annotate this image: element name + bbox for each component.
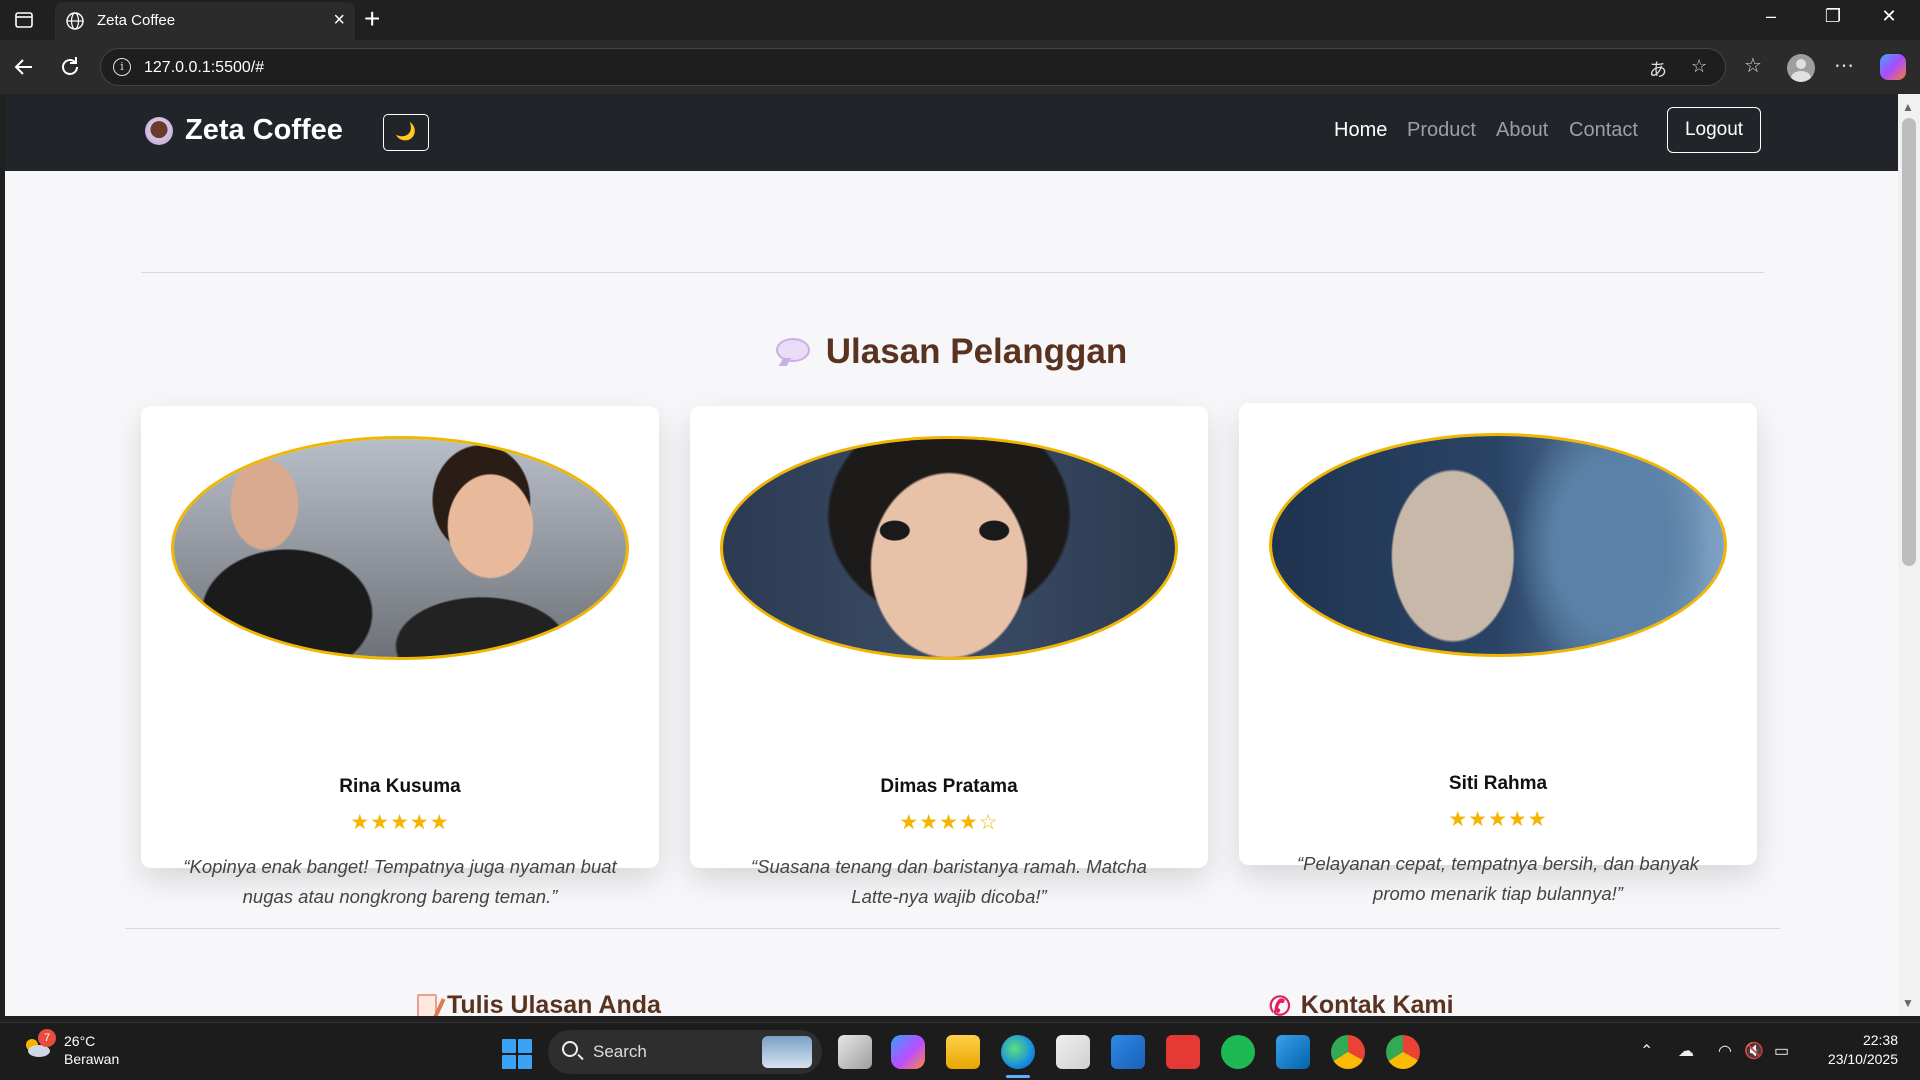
search-icon: [562, 1041, 578, 1057]
scroll-up-icon[interactable]: ▲: [1902, 100, 1914, 114]
review-card: Siti Rahma ★★★★★ “Pelayanan cepat, tempa…: [1239, 403, 1757, 904]
coffee-cup-icon: [145, 116, 173, 145]
search-label: Search: [593, 1042, 647, 1061]
vscode-icon[interactable]: [1276, 1035, 1310, 1069]
scroll-down-icon[interactable]: ▼: [1902, 996, 1914, 1010]
page-viewport: Zeta Coffee 🌙 Home Product About Contact…: [5, 94, 1898, 1016]
favorite-star-icon[interactable]: ☆: [1691, 56, 1707, 77]
favorites-icon[interactable]: ☆: [1744, 53, 1762, 78]
weather-condition: Berawan: [64, 1051, 120, 1067]
weather-alert-badge: 7: [38, 1029, 56, 1047]
copilot-app-icon[interactable]: [891, 1035, 925, 1069]
review-card: Rina Kusuma ★★★★★ “Kopinya enak banget! …: [141, 406, 659, 907]
file-explorer-icon[interactable]: [946, 1035, 980, 1069]
dark-mode-toggle[interactable]: 🌙: [383, 114, 429, 151]
show-hidden-icons[interactable]: ⌃: [1640, 1041, 1653, 1061]
memo-icon: [417, 993, 437, 1016]
address-toolbar: i 127.0.0.1:5500/# あ ☆ ☆ ⋯: [0, 40, 1920, 94]
reviewer-name: Rina Kusuma: [339, 776, 461, 797]
reviews-heading: Ulasan Pelanggan: [5, 332, 1898, 372]
active-app-indicator: [1006, 1075, 1030, 1078]
review-text: “Pelayanan cepat, tempatnya bersih, dan …: [1296, 853, 1700, 904]
nav-about[interactable]: About: [1496, 119, 1548, 142]
task-view-icon[interactable]: [838, 1035, 872, 1069]
back-icon[interactable]: [10, 53, 38, 81]
review-text: “Kopinya enak banget! Tempatnya juga nya…: [183, 856, 617, 907]
windows-taskbar: 7 26°C Berawan Search ⌃ ☁ ◠ 🔇 ▭ 22:38 23…: [0, 1022, 1920, 1080]
star-rating: ★★★★☆: [899, 811, 999, 834]
site-info-icon[interactable]: i: [113, 58, 131, 76]
star-rating: ★★★★★: [1448, 808, 1548, 831]
browser-tab[interactable]: Zeta Coffee ×: [55, 2, 355, 40]
minimize-button[interactable]: –: [1748, 6, 1794, 27]
star-rating: ★★★★★: [350, 811, 450, 834]
search-highlight-image: [762, 1036, 812, 1068]
scrollbar-thumb[interactable]: [1902, 118, 1916, 566]
wps-office-icon[interactable]: [1166, 1035, 1200, 1069]
taskbar-search[interactable]: Search: [548, 1030, 822, 1074]
clock-time: 22:38: [1862, 1032, 1898, 1048]
drawing-app-icon[interactable]: [1111, 1035, 1145, 1069]
clock-date: 23/10/2025: [1827, 1051, 1898, 1067]
tab-title: Zeta Coffee: [97, 12, 176, 29]
write-review-heading: Tulis Ulasan Anda: [417, 991, 661, 1016]
microsoft-store-icon[interactable]: [1056, 1035, 1090, 1069]
chrome-profile-2-icon[interactable]: [1386, 1035, 1420, 1069]
reviewer-photo: [171, 436, 629, 660]
divider: [141, 272, 1764, 273]
close-tab-icon[interactable]: ×: [333, 10, 345, 30]
brand-logo[interactable]: Zeta Coffee: [145, 114, 343, 147]
volume-muted-icon[interactable]: 🔇: [1744, 1041, 1764, 1061]
battery-icon[interactable]: ▭: [1774, 1041, 1789, 1061]
edge-browser-icon[interactable]: [1001, 1035, 1035, 1069]
restore-button[interactable]: ❐: [1810, 6, 1856, 27]
nav-contact[interactable]: Contact: [1569, 119, 1638, 142]
divider: [125, 928, 1780, 929]
reviewer-photo: [720, 436, 1178, 660]
onedrive-icon[interactable]: ☁: [1678, 1041, 1694, 1061]
reviewer-name: Siti Rahma: [1448, 773, 1548, 794]
wifi-icon[interactable]: ◠: [1718, 1041, 1732, 1061]
temperature: 26°C: [64, 1033, 96, 1049]
spotify-icon[interactable]: [1221, 1035, 1255, 1069]
contact-heading: ✆ Kontak Kami: [1269, 991, 1454, 1016]
nav-home[interactable]: Home: [1334, 119, 1387, 142]
start-button[interactable]: [502, 1039, 532, 1069]
browser-tab-strip: Zeta Coffee × + – ❐ ✕: [0, 0, 1920, 40]
chrome-profile-1-icon[interactable]: [1331, 1035, 1365, 1069]
address-bar[interactable]: i 127.0.0.1:5500/# あ ☆: [100, 48, 1726, 86]
reviewer-photo: [1269, 433, 1727, 657]
profile-avatar[interactable]: [1787, 54, 1815, 82]
nav-product[interactable]: Product: [1407, 119, 1476, 142]
system-clock[interactable]: 22:38 23/10/2025: [1808, 1031, 1898, 1069]
close-window-button[interactable]: ✕: [1866, 6, 1912, 27]
site-navbar: Zeta Coffee 🌙 Home Product About Contact…: [5, 94, 1898, 171]
reviewer-name: Dimas Pratama: [880, 776, 1018, 797]
new-tab-button[interactable]: +: [364, 4, 380, 34]
review-card: Dimas Pratama ★★★★☆ “Suasana tenang dan …: [690, 406, 1208, 907]
url-text: 127.0.0.1:5500/#: [144, 59, 265, 76]
tab-actions-icon[interactable]: [12, 8, 36, 32]
copilot-icon[interactable]: [1880, 54, 1906, 80]
speech-bubble-icon: [775, 337, 810, 362]
logout-button[interactable]: Logout: [1667, 107, 1761, 153]
review-text: “Suasana tenang dan baristanya ramah. Ma…: [751, 856, 1147, 907]
reload-icon[interactable]: [56, 53, 84, 81]
globe-icon: [66, 12, 84, 30]
more-menu-icon[interactable]: ⋯: [1834, 53, 1854, 78]
phone-icon: ✆: [1269, 990, 1291, 1017]
read-aloud-icon[interactable]: あ: [1649, 56, 1667, 82]
brand-name: Zeta Coffee: [185, 114, 343, 146]
